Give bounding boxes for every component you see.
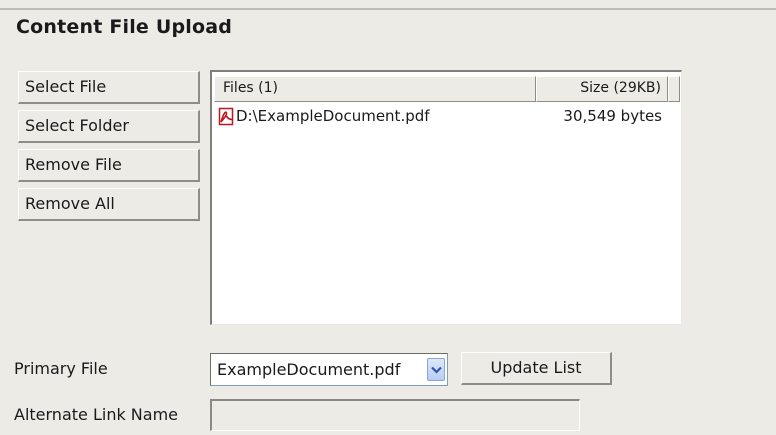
alternate-link-name-label: Alternate Link Name	[14, 405, 179, 424]
panel-title: Content File Upload	[16, 16, 233, 38]
primary-file-selected-value: ExampleDocument.pdf	[217, 360, 401, 379]
primary-file-select[interactable]: ExampleDocument.pdf	[210, 353, 448, 386]
alternate-link-name-input[interactable]	[210, 399, 580, 431]
remove-all-button[interactable]: Remove All	[18, 188, 200, 221]
primary-file-label: Primary File	[14, 359, 108, 378]
remove-file-button[interactable]: Remove File	[18, 149, 200, 182]
column-header-size[interactable]: Size (29KB)	[536, 76, 668, 102]
top-divider	[0, 8, 776, 10]
file-name: D:\ExampleDocument.pdf	[236, 107, 430, 125]
file-size: 30,549 bytes	[563, 107, 662, 125]
select-file-button[interactable]: Select File	[18, 71, 200, 104]
file-row[interactable]: D:\ExampleDocument.pdf 30,549 bytes	[214, 104, 680, 128]
pdf-file-icon	[218, 107, 236, 126]
update-list-button[interactable]: Update List	[461, 352, 612, 385]
column-header-filler	[668, 76, 680, 102]
file-list[interactable]: Files (1) Size (29KB) D:\ExampleDocument…	[210, 70, 682, 325]
dropdown-arrow-icon[interactable]	[427, 358, 445, 381]
select-folder-button[interactable]: Select Folder	[18, 110, 200, 143]
column-header-files[interactable]: Files (1)	[214, 76, 536, 102]
